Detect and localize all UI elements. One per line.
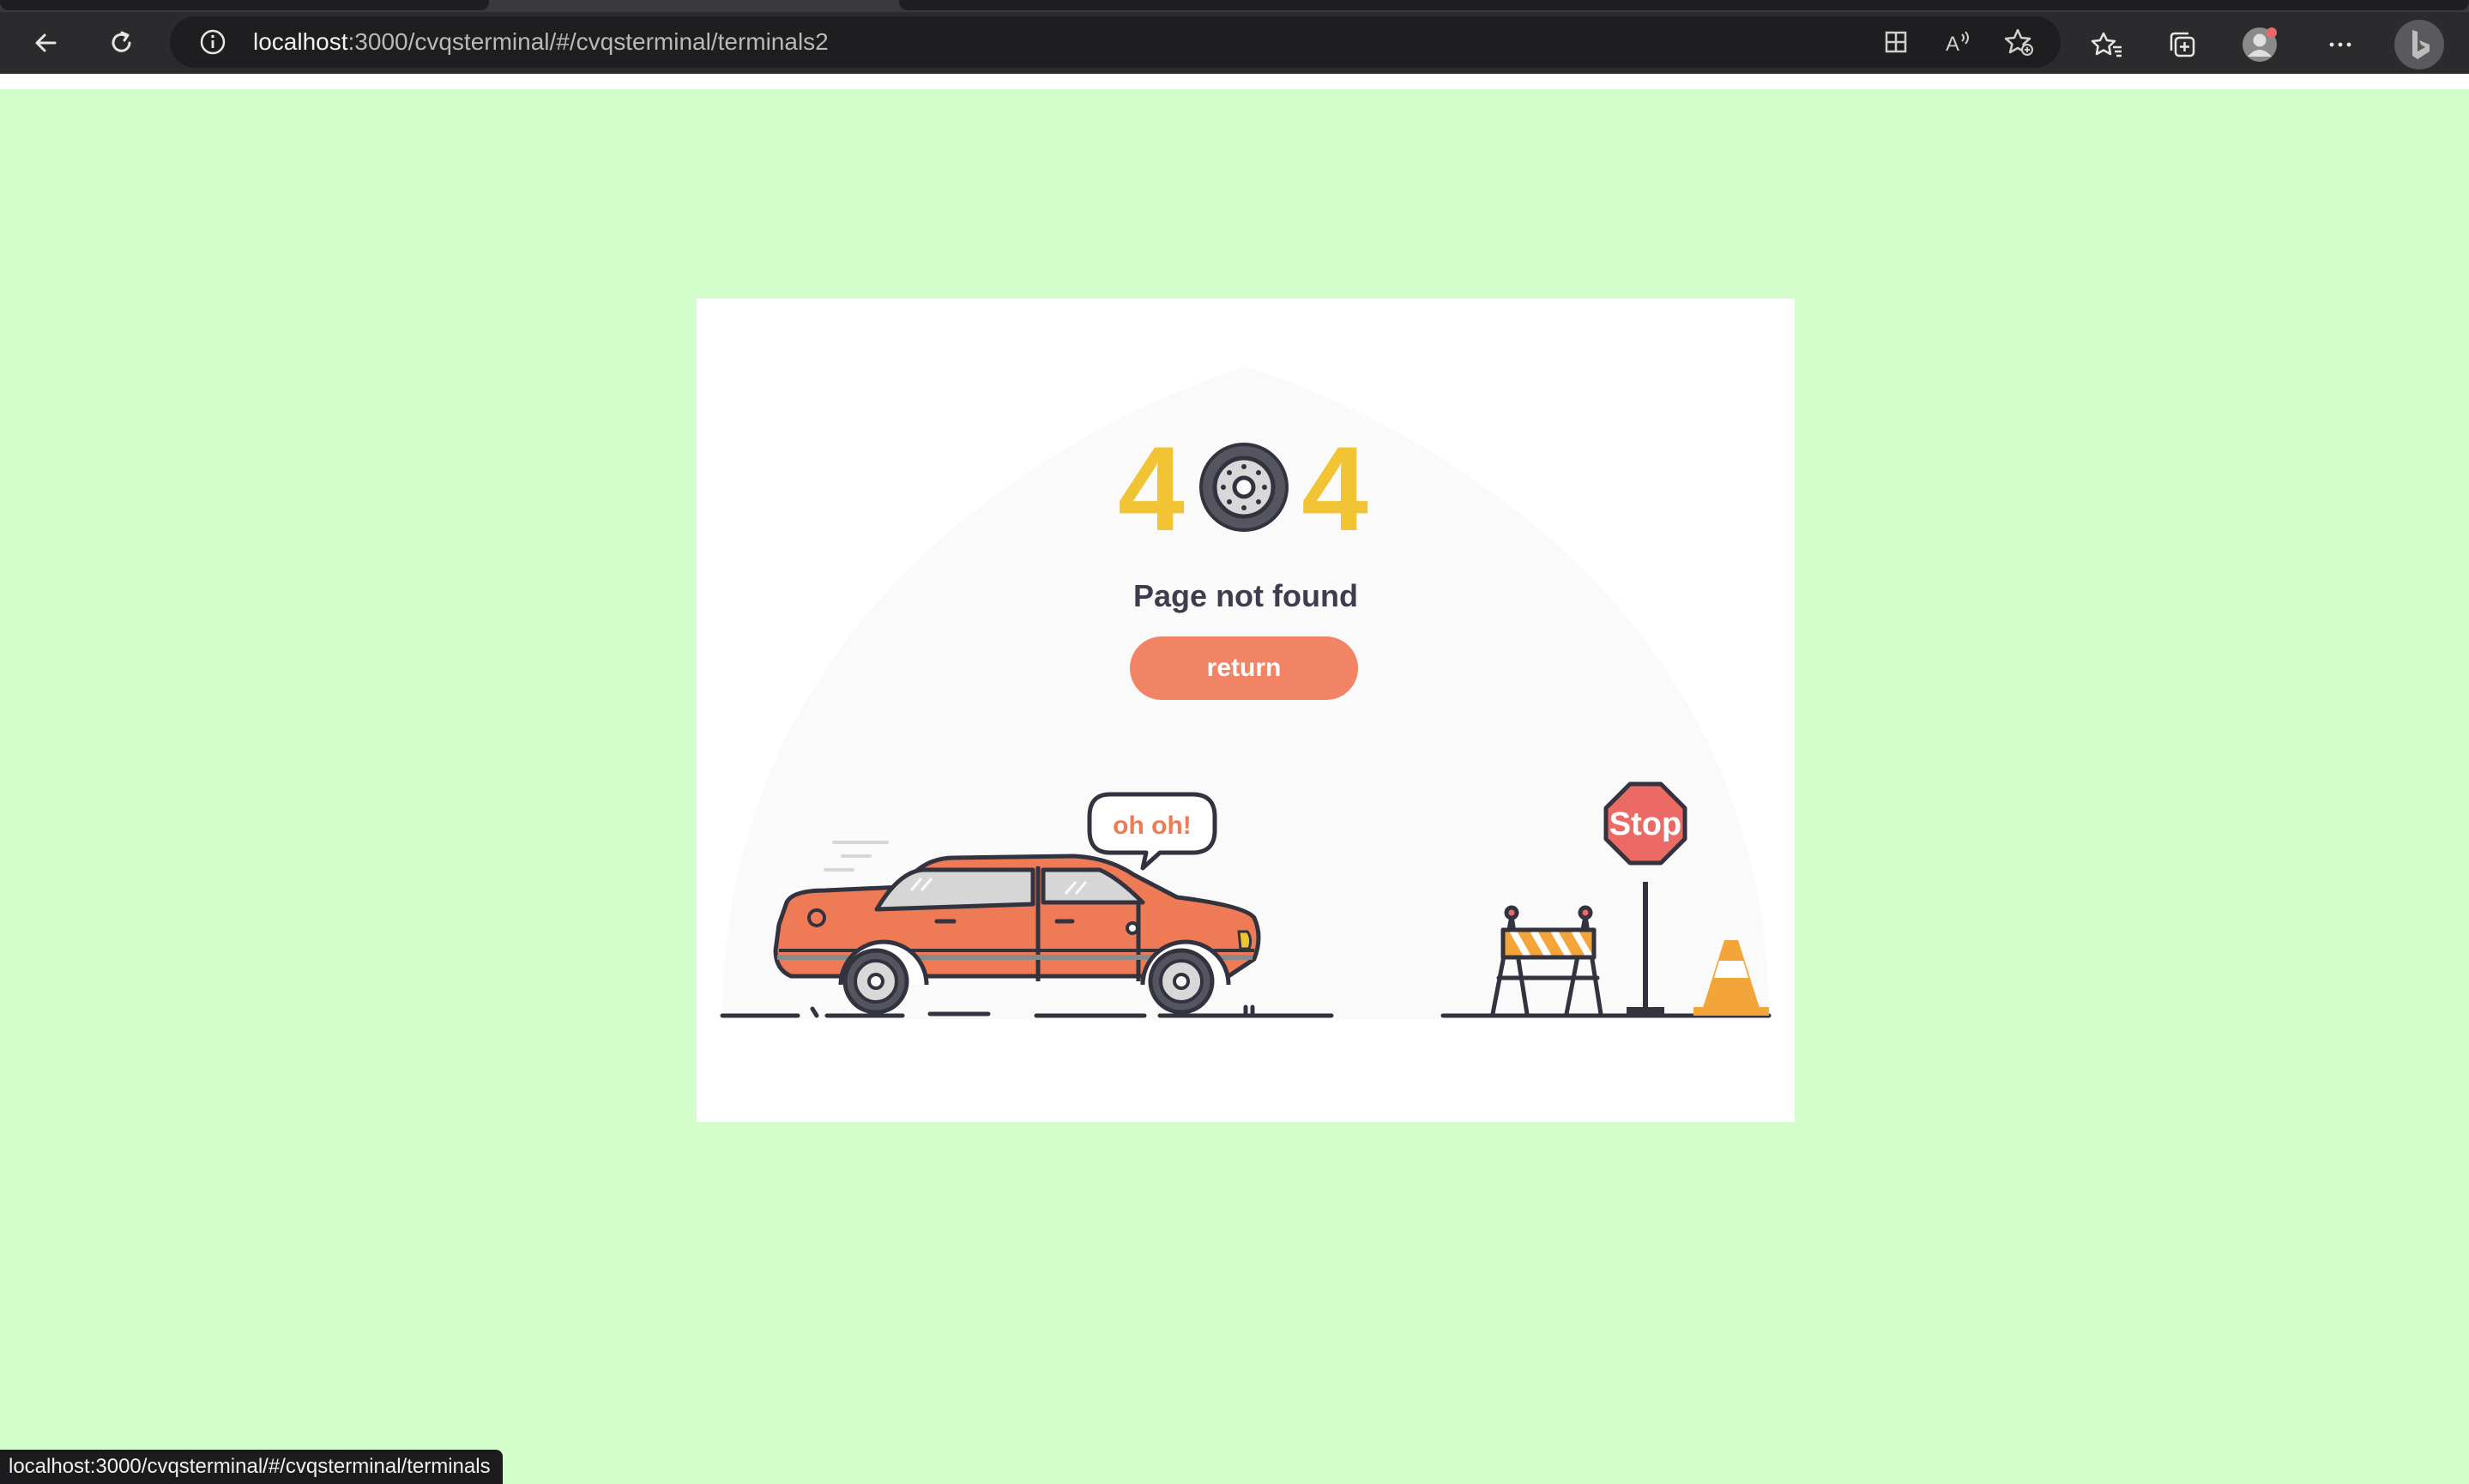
more-menu-icon[interactable] [2323, 27, 2357, 62]
svg-text:A: A [1946, 33, 1959, 56]
toolbar-divider [0, 74, 2469, 89]
bing-copilot-icon[interactable] [2394, 19, 2445, 70]
url-text[interactable]: localhost:3000/cvqsterminal/#/cvqstermin… [253, 27, 829, 57]
profile-avatar[interactable] [2241, 26, 2279, 63]
back-arrow-icon[interactable] [27, 24, 65, 62]
wheel-zero-icon [1199, 443, 1289, 532]
error-code-404: 4 4 [1118, 427, 1368, 547]
page-title: Page not found [1133, 578, 1358, 613]
collections-icon[interactable] [2165, 27, 2200, 62]
tab-strip [0, 0, 2469, 12]
error-code-digit-right: 4 [1301, 427, 1368, 547]
error-illustration: oh oh! Stop [720, 367, 1772, 1019]
refresh-icon[interactable] [103, 24, 141, 62]
speech-bubble-text: oh oh! [1113, 811, 1192, 840]
url-path: :3000/cvqsterminal/#/cvqsterminal/termin… [347, 28, 829, 55]
page-viewport: oh oh! Stop 4 4 Page not found return [12, 89, 2455, 1484]
info-icon[interactable] [199, 28, 226, 56]
tab-inactive[interactable] [0, 0, 489, 10]
tab-inactive[interactable] [899, 0, 2469, 10]
browser-toolbar: localhost:3000/cvqsterminal/#/cvqstermin… [0, 12, 2469, 74]
status-bar-url: localhost:3000/cvqsterminal/#/cvqstermin… [0, 1450, 503, 1484]
address-bar[interactable]: localhost:3000/cvqsterminal/#/cvqstermin… [170, 16, 2061, 68]
error-card: oh oh! Stop 4 4 Page not found return [697, 299, 1795, 1122]
url-host: localhost [253, 28, 348, 55]
error-code-digit-left: 4 [1118, 427, 1185, 547]
stop-sign-text: Stop [1609, 806, 1681, 842]
app-available-icon[interactable] [1879, 25, 1913, 59]
read-aloud-icon[interactable]: A [1941, 25, 1975, 59]
add-favorite-icon[interactable] [2002, 25, 2037, 59]
favorites-icon[interactable] [2090, 27, 2124, 62]
return-button[interactable]: return [1130, 636, 1358, 700]
